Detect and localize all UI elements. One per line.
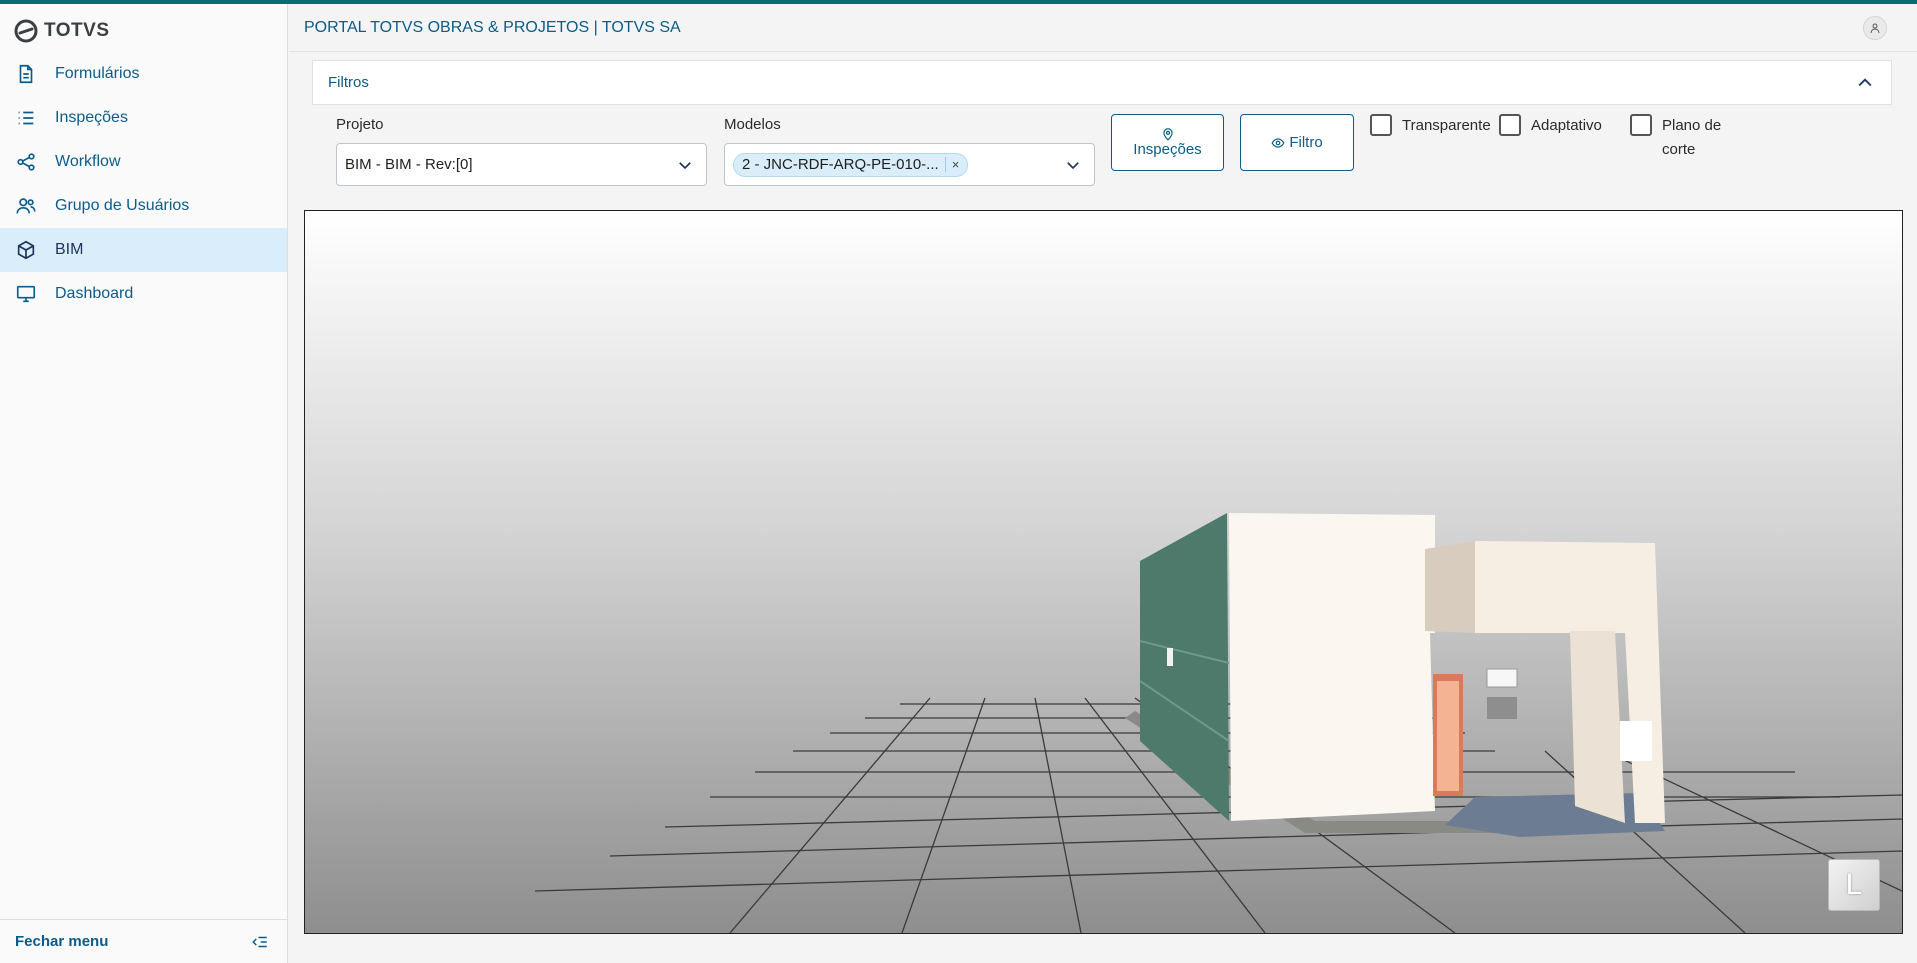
filters-header[interactable]: Filtros [312, 60, 1892, 105]
page-title: PORTAL TOTVS OBRAS & PROJETOS | TOTVS SA [304, 18, 681, 36]
sidebar-item-label: Grupo de Usuários [55, 197, 190, 214]
bim-viewer-canvas[interactable]: L [304, 210, 1903, 934]
chevron-down-icon [679, 162, 691, 170]
chip-remove-button[interactable]: × [944, 157, 959, 172]
sidebar-item-grupo-usuarios[interactable]: Grupo de Usuários [0, 184, 287, 228]
sidebar: TOTVS Formulários Inspeções Workflow Gru… [0, 4, 288, 963]
checkbox-box[interactable] [1630, 114, 1652, 136]
green-side-wall [1140, 513, 1229, 821]
sidebar-item-dashboard[interactable]: Dashboard [0, 272, 287, 316]
user-avatar[interactable] [1863, 16, 1887, 40]
sidebar-item-inspecoes[interactable]: Inspeções [0, 96, 287, 140]
sidebar-item-formularios[interactable]: Formulários [0, 52, 287, 96]
projeto-value: BIM - BIM - Rev:[0] [345, 156, 473, 173]
users-icon [14, 194, 38, 218]
checkbox-box[interactable] [1499, 114, 1521, 136]
close-menu-label: Fechar menu [15, 933, 109, 950]
transparente-checkbox[interactable]: Transparente [1370, 114, 1491, 138]
sidebar-item-workflow[interactable]: Workflow [0, 140, 287, 184]
logo-text: TOTVS [44, 20, 110, 41]
totvs-logo[interactable]: TOTVS [14, 16, 110, 46]
checkbox-box[interactable] [1370, 114, 1392, 136]
adaptativo-checkbox[interactable]: Adaptativo [1499, 114, 1602, 138]
sidebar-nav: Formulários Inspeções Workflow Grupo de … [0, 52, 287, 316]
sidebar-item-bim[interactable]: BIM [0, 228, 287, 272]
inspecoes-button-label: Inspeções [1133, 141, 1202, 158]
app-header: PORTAL TOTVS OBRAS & PROJETOS | TOTVS SA [289, 4, 1917, 52]
sidebar-item-label: BIM [55, 241, 84, 258]
filters-title: Filtros [328, 74, 369, 91]
user-icon [1870, 23, 1880, 34]
sidebar-item-label: Formulários [55, 65, 140, 82]
collapse-menu-icon [252, 936, 267, 947]
eye-icon [1271, 137, 1285, 148]
view-cube-button[interactable]: L [1828, 859, 1880, 911]
plano-de-corte-checkbox[interactable]: Plano de corte [1630, 114, 1721, 162]
filtro-button[interactable]: Filtro [1240, 114, 1354, 171]
modelos-label: Modelos [724, 116, 781, 133]
checkbox-label: Plano de corte [1662, 114, 1721, 162]
modelo-chip-label: 2 - JNC-RDF-ARQ-PE-010-... [742, 156, 939, 173]
checkbox-label: Adaptativo [1531, 117, 1602, 134]
checkbox-label-line: corte [1662, 141, 1696, 158]
back-right-wall [1570, 631, 1625, 823]
modelos-multiselect[interactable]: 2 - JNC-RDF-ARQ-PE-010-... × [724, 143, 1095, 186]
list-icon [14, 106, 38, 130]
chevron-up-icon[interactable] [1855, 73, 1875, 93]
sidebar-item-label: Dashboard [55, 285, 134, 302]
chevron-down-icon [1067, 162, 1079, 170]
projeto-select[interactable]: BIM - BIM - Rev:[0] [336, 143, 707, 186]
monitor-icon [14, 282, 38, 306]
sidebar-item-label: Workflow [55, 153, 121, 170]
bim-3d-scene [534, 513, 1902, 933]
checkbox-label-line: Plano de [1662, 117, 1722, 134]
share-icon [14, 150, 38, 174]
modelo-chip[interactable]: 2 - JNC-RDF-ARQ-PE-010-... × [733, 152, 969, 177]
document-icon [14, 62, 38, 86]
projeto-label: Projeto [336, 116, 384, 133]
main-wall-front [1229, 513, 1435, 821]
back-block-side [1425, 541, 1475, 633]
sidebar-item-label: Inspeções [55, 109, 128, 126]
location-pin-icon [1162, 128, 1173, 141]
totvs-logo-icon [14, 19, 38, 43]
checkbox-label: Transparente [1402, 117, 1491, 134]
inspecoes-button[interactable]: Inspeções [1111, 114, 1224, 171]
cube-icon [14, 238, 38, 262]
close-menu-button[interactable]: Fechar menu [0, 919, 287, 963]
filtro-button-label: Filtro [1289, 134, 1323, 151]
